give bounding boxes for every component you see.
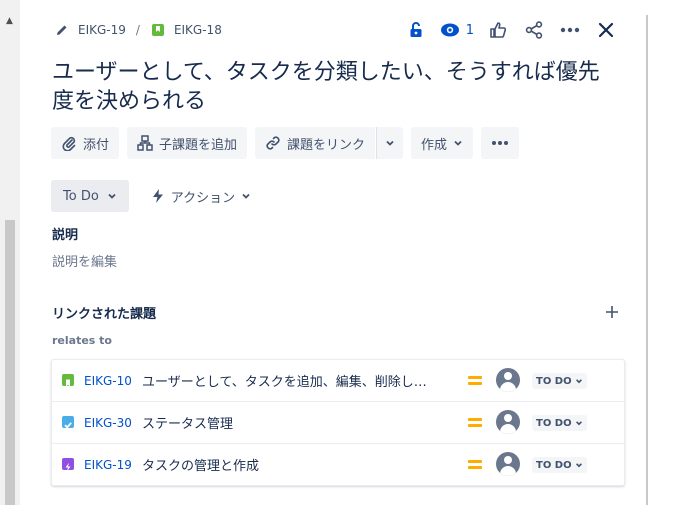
attach-label: 添付 <box>83 137 110 153</box>
linked-issue-status[interactable]: TO DO <box>532 457 587 473</box>
watch-count: 1 <box>465 22 474 38</box>
priority-medium-icon <box>468 415 482 429</box>
more-icon <box>492 141 509 145</box>
chevron-down-icon <box>242 193 250 199</box>
attach-button[interactable]: 添付 <box>51 127 120 159</box>
linked-issue-status-label: TO DO <box>536 417 572 429</box>
link-issue-button[interactable]: 課題をリンク <box>255 127 376 159</box>
story-type-icon <box>150 22 166 38</box>
watch-button[interactable]: 1 <box>440 22 474 38</box>
link-icon <box>266 136 280 150</box>
breadcrumb-parent-link[interactable]: EIKG-19 <box>78 23 126 37</box>
breadcrumb-current-link[interactable]: EIKG-18 <box>174 23 222 37</box>
chevron-down-icon <box>108 193 116 199</box>
add-child-label: 子課題を追加 <box>159 137 238 153</box>
linked-issue-summary[interactable]: ステータス管理 <box>142 413 452 432</box>
linked-issue-status[interactable]: TO DO <box>532 373 587 389</box>
unlock-icon <box>410 22 422 37</box>
close-icon <box>598 22 614 38</box>
task-type-icon <box>62 416 74 429</box>
create-button[interactable]: 作成 <box>411 127 474 159</box>
chevron-down-icon <box>575 379 582 384</box>
linked-issue-summary[interactable]: タスクの管理と作成 <box>142 455 452 474</box>
lock-button[interactable] <box>404 18 428 42</box>
link-issue-label: 課題をリンク <box>287 137 366 153</box>
linked-issue-key[interactable]: EIKG-10 <box>84 374 132 388</box>
add-child-issue-button[interactable]: 子課題を追加 <box>127 127 248 159</box>
status-label: To Do <box>63 188 99 204</box>
assignee-avatar[interactable] <box>496 368 520 392</box>
linked-issue-status[interactable]: TO DO <box>532 415 587 431</box>
add-linked-issue-button[interactable] <box>602 302 622 322</box>
epic-type-icon <box>62 458 74 472</box>
share-button[interactable] <box>522 18 546 42</box>
pencil-icon <box>54 22 70 38</box>
share-icon <box>525 21 543 39</box>
link-issue-dropdown[interactable] <box>376 127 404 159</box>
linked-issue-status-label: TO DO <box>536 459 572 471</box>
more-actions-button[interactable] <box>558 18 582 42</box>
assignee-avatar[interactable] <box>496 410 520 434</box>
breadcrumb: EIKG-19 / EIKG-18 <box>54 22 222 38</box>
assignee-avatar[interactable] <box>496 452 520 476</box>
scrollbar-thumb[interactable] <box>5 220 15 505</box>
relation-label: relates to <box>52 334 112 347</box>
header-actions: 1 <box>404 18 618 42</box>
breadcrumb-separator: / <box>135 23 140 37</box>
linked-issues-list: EIKG-10 ユーザーとして、タスクを追加、編集、削除し… TO DO EIK… <box>51 359 625 486</box>
actions-label: アクション <box>170 190 236 206</box>
chevron-down-icon <box>575 463 582 468</box>
more-icon <box>560 27 580 33</box>
status-row: To Do アクション <box>51 180 257 212</box>
linked-issue-status-label: TO DO <box>536 375 572 387</box>
lightning-icon <box>152 189 163 203</box>
create-label: 作成 <box>421 137 448 153</box>
issue-toolbar: 添付 子課題を追加 課題をリンク 作成 <box>51 127 520 159</box>
linked-issue-row[interactable]: EIKG-19 タスクの管理と作成 TO DO <box>52 444 624 485</box>
linked-issues-heading: リンクされた課題 <box>52 307 157 322</box>
left-scrollbar[interactable]: ▲ <box>0 0 20 505</box>
linked-issue-summary[interactable]: ユーザーとして、タスクを追加、編集、削除し… <box>142 371 452 390</box>
right-divider <box>646 15 648 505</box>
priority-medium-icon <box>468 457 482 471</box>
linked-issue-key[interactable]: EIKG-19 <box>84 458 132 472</box>
chevron-down-icon <box>454 140 462 146</box>
priority-medium-icon <box>468 373 482 387</box>
linked-issue-row[interactable]: EIKG-30 ステータス管理 TO DO <box>52 402 624 444</box>
thumbs-up-icon <box>490 22 507 38</box>
chevron-down-icon <box>386 140 394 146</box>
linked-issue-row[interactable]: EIKG-10 ユーザーとして、タスクを追加、編集、削除し… TO DO <box>52 360 624 402</box>
linked-issue-key[interactable]: EIKG-30 <box>84 416 132 430</box>
description-heading: 説明 <box>52 228 79 243</box>
close-button[interactable] <box>594 18 618 42</box>
eye-icon <box>440 23 459 37</box>
child-issue-icon <box>137 135 153 151</box>
story-type-icon <box>62 374 74 387</box>
status-dropdown[interactable]: To Do <box>51 180 129 212</box>
toolbar-more-button[interactable] <box>481 127 520 159</box>
description-editor[interactable]: 説明を編集 <box>52 251 117 270</box>
paperclip-icon <box>62 136 76 151</box>
issue-title[interactable]: ユーザーとして、タスクを分類したい、そうすれば優先度を決められる <box>52 58 612 116</box>
actions-dropdown[interactable]: アクション <box>145 180 257 212</box>
like-button[interactable] <box>486 18 510 42</box>
chevron-down-icon <box>575 421 582 426</box>
plus-icon <box>606 306 618 318</box>
scroll-up-arrow-icon[interactable]: ▲ <box>6 16 13 26</box>
issue-detail-panel: EIKG-19 / EIKG-18 1 ユーザーとして、タスクを分類したい、そう… <box>20 0 646 505</box>
